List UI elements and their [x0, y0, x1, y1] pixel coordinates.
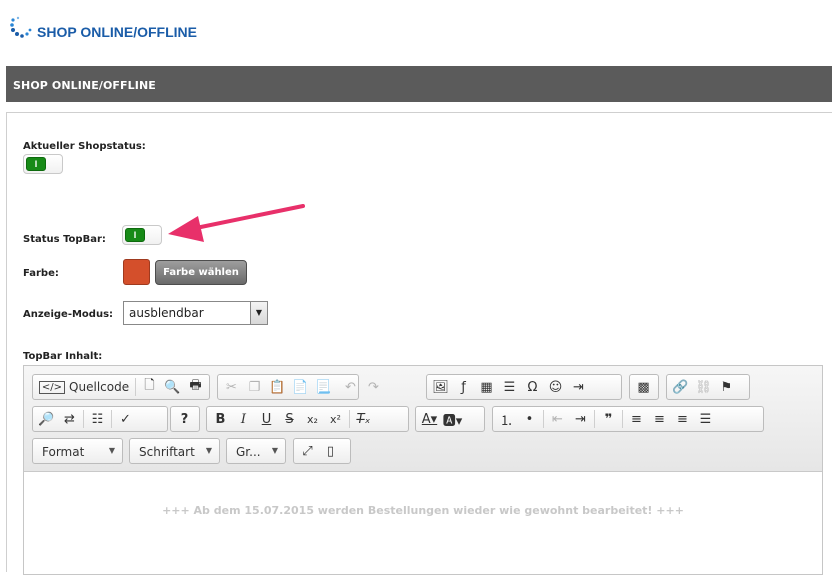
find-icon[interactable]: 🔎: [35, 408, 58, 430]
search-group: 🔎 ⇄ ☷ ✓: [32, 406, 168, 432]
topbar-content-text: +++ Ab dem 15.07.2015 werden Bestellunge…: [162, 504, 684, 517]
separator: [135, 378, 136, 396]
size-label: Gr...: [236, 445, 261, 459]
background-color-icon[interactable]: 🅰▾: [441, 408, 464, 430]
color-swatch[interactable]: [123, 259, 150, 285]
replace-icon[interactable]: ⇄: [58, 408, 81, 430]
color-group: A▾ 🅰▾: [415, 406, 485, 432]
insert-group: 🖼 ƒ ▦ ☰ Ω ☺ ⇥: [426, 374, 622, 400]
text-color-icon[interactable]: A▾: [418, 408, 441, 430]
separator: [622, 410, 623, 428]
underline-icon[interactable]: U: [255, 408, 278, 430]
format-label: Format: [42, 445, 85, 459]
anchor-flag-icon[interactable]: ⚑: [715, 376, 738, 398]
color-label: Farbe:: [23, 268, 59, 279]
qr-code-icon[interactable]: ▩: [632, 376, 655, 398]
align-left-icon[interactable]: ≡: [625, 408, 648, 430]
italic-icon[interactable]: I: [232, 408, 255, 430]
shop-status-toggle-knob: I: [26, 157, 46, 171]
topbar-status-toggle-knob: I: [125, 228, 145, 242]
display-mode-value: ausblendbar: [129, 306, 204, 320]
show-blocks-icon[interactable]: ▯: [319, 440, 342, 462]
paste-text-icon[interactable]: 📄: [289, 376, 312, 398]
numbered-list-icon[interactable]: ⒈: [495, 408, 518, 430]
display-mode-label: Anzeige-Modus:: [23, 309, 114, 320]
align-justify-icon[interactable]: ☰: [694, 408, 717, 430]
blockquote-icon[interactable]: ❞: [597, 408, 620, 430]
image-icon[interactable]: 🖼: [429, 376, 452, 398]
clipboard-group: ✂ ❐ 📋 📄 📃 ↶ ↷: [217, 374, 379, 400]
choose-color-button[interactable]: Farbe wählen: [155, 260, 247, 285]
select-all-icon[interactable]: ☷: [86, 408, 109, 430]
separator: [543, 410, 544, 428]
display-mode-select[interactable]: ausblendbar ▼: [123, 301, 268, 325]
separator: [594, 410, 595, 428]
qr-group: ▩: [629, 374, 659, 400]
separator: [83, 410, 84, 428]
table-icon[interactable]: ▦: [475, 376, 498, 398]
size-select[interactable]: Gr... ▼: [226, 438, 286, 464]
topbar-status-label: Status TopBar:: [23, 234, 106, 245]
source-label: Quellcode: [69, 380, 130, 394]
chevron-down-icon: ▼: [271, 446, 278, 455]
source-button[interactable]: </> Quellcode: [35, 376, 133, 398]
editor-toolbar: </> Quellcode 🗋 🔍 🖶 ✂ ❐ 📋 📄 📃 ↶ ↷ 🖼 ƒ ▦ …: [24, 366, 822, 472]
annotation-arrow-icon: [168, 204, 305, 242]
shop-status-label: Aktueller Shopstatus:: [23, 141, 146, 152]
preview-icon[interactable]: 🔍: [161, 376, 184, 398]
font-select[interactable]: Schriftart ▼: [129, 438, 220, 464]
paragraph-group: ⒈ • ⇤ ⇥ ❞ ≡ ≡ ≡ ☰: [492, 406, 764, 432]
help-group: ?: [170, 406, 200, 432]
topbar-content-label: TopBar Inhalt:: [23, 351, 103, 362]
undo-icon[interactable]: ↶: [339, 376, 362, 398]
paste-icon[interactable]: 📋: [266, 376, 289, 398]
page-title: SHOP ONLINE/OFFLINE: [37, 24, 197, 40]
remove-format-icon[interactable]: T̶ₓ: [352, 408, 375, 430]
page-break-icon[interactable]: ⇥: [567, 376, 590, 398]
strikethrough-icon[interactable]: S: [278, 408, 301, 430]
copy-icon[interactable]: ❐: [243, 376, 266, 398]
special-char-icon[interactable]: Ω: [521, 376, 544, 398]
maximize-icon[interactable]: ⤢: [296, 440, 319, 462]
editor-content-area[interactable]: +++ Ab dem 15.07.2015 werden Bestellunge…: [24, 473, 822, 573]
view-group: ⤢ ▯: [293, 438, 351, 464]
smiley-icon[interactable]: ☺: [544, 376, 567, 398]
bold-icon[interactable]: B: [209, 408, 232, 430]
chevron-down-icon: ▼: [205, 446, 212, 455]
superscript-icon[interactable]: x²: [324, 408, 347, 430]
separator: [349, 410, 350, 428]
shop-status-toggle[interactable]: I: [23, 154, 63, 174]
cut-icon[interactable]: ✂: [220, 376, 243, 398]
print-icon[interactable]: 🖶: [184, 376, 207, 398]
help-icon[interactable]: ?: [173, 408, 196, 430]
subscript-icon[interactable]: x₂: [301, 408, 324, 430]
horizontal-line-icon[interactable]: ☰: [498, 376, 521, 398]
link-icon[interactable]: 🔗: [669, 376, 692, 398]
text-style-group: B I U S x₂ x² T̶ₓ: [206, 406, 409, 432]
separator: [111, 410, 112, 428]
link-group: 🔗 ⛓ ⚑: [666, 374, 750, 400]
bulleted-list-icon[interactable]: •: [518, 408, 541, 430]
paste-word-icon[interactable]: 📃: [312, 376, 335, 398]
rich-text-editor: </> Quellcode 🗋 🔍 🖶 ✂ ❐ 📋 📄 📃 ↶ ↷ 🖼 ƒ ▦ …: [23, 365, 823, 575]
flash-icon[interactable]: ƒ: [452, 376, 475, 398]
redo-icon[interactable]: ↷: [362, 376, 385, 398]
format-select[interactable]: Format ▼: [32, 438, 123, 464]
decrease-indent-icon[interactable]: ⇤: [546, 408, 569, 430]
shop-logo-icon: [10, 16, 32, 38]
align-center-icon[interactable]: ≡: [648, 408, 671, 430]
section-header: SHOP ONLINE/OFFLINE: [6, 66, 832, 102]
dropdown-arrow-icon[interactable]: ▼: [250, 302, 267, 324]
chevron-down-icon: ▼: [108, 446, 115, 455]
unlink-icon[interactable]: ⛓: [692, 376, 715, 398]
new-page-icon[interactable]: 🗋: [138, 376, 161, 398]
document-group: </> Quellcode 🗋 🔍 🖶: [32, 374, 210, 400]
source-icon: </>: [38, 380, 66, 394]
align-right-icon[interactable]: ≡: [671, 408, 694, 430]
font-label: Schriftart: [139, 445, 195, 459]
spellcheck-icon[interactable]: ✓: [114, 408, 137, 430]
topbar-status-toggle[interactable]: I: [122, 225, 162, 245]
increase-indent-icon[interactable]: ⇥: [569, 408, 592, 430]
